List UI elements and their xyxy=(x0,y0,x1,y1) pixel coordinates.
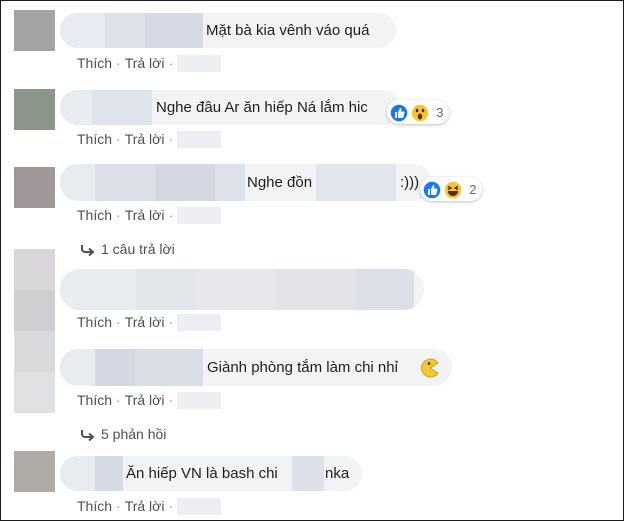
like-link[interactable]: Thích xyxy=(77,314,112,330)
replies-count-label: 5 phản hồi xyxy=(101,426,167,442)
like-link[interactable]: Thích xyxy=(77,392,112,408)
separator-dot: · xyxy=(168,131,174,147)
avatar[interactable] xyxy=(14,331,55,413)
separator-dot: · xyxy=(168,55,174,71)
separator-dot: · xyxy=(168,498,174,514)
comments-panel: Mặt bà kia vênh váo quá Thích · Trả lời · N… xyxy=(0,0,624,521)
comment-actions: Thích · Trả lời · xyxy=(77,497,222,515)
separator-dot: · xyxy=(116,55,121,71)
comment-text: Mặt bà kia vênh váo quá xyxy=(206,22,370,39)
view-replies-link[interactable]: 5 phản hồi xyxy=(81,424,166,444)
like-link[interactable]: Thích xyxy=(77,207,112,223)
comment-bubble: Giành phòng tắm làm chi nhỉ xyxy=(60,349,452,386)
reply-link[interactable]: Trả lời xyxy=(125,392,165,408)
comment-text: Giành phòng tắm làm chi nhỉ xyxy=(207,359,398,376)
avatar[interactable] xyxy=(14,451,55,492)
reply-link[interactable]: Trả lời xyxy=(125,314,165,330)
reply-link[interactable]: Trả lời xyxy=(125,207,165,223)
wow-icon xyxy=(409,102,430,123)
reaction-count: 2 xyxy=(469,181,477,197)
timestamp[interactable] xyxy=(177,130,222,148)
timestamp[interactable] xyxy=(177,54,222,72)
separator-dot: · xyxy=(116,131,121,147)
haha-icon xyxy=(442,179,463,200)
comment-actions: Thích · Trả lời · xyxy=(77,54,222,72)
separator-dot: · xyxy=(168,314,174,330)
reply-link[interactable]: Trả lời xyxy=(125,498,165,514)
reply-arrow-icon xyxy=(81,430,95,442)
avatar[interactable] xyxy=(14,10,55,51)
timestamp[interactable] xyxy=(177,497,222,515)
reaction-summary[interactable]: 3 xyxy=(387,100,450,124)
reaction-count: 3 xyxy=(436,104,444,120)
comment-text: Ăn hiếp VN là bash chi xyxy=(126,465,278,482)
comment-bubble xyxy=(60,269,424,310)
comment-actions: Thích · Trả lời · xyxy=(77,206,222,224)
avatar[interactable] xyxy=(14,89,55,130)
separator-dot: · xyxy=(116,314,121,330)
comment-text: Nghe đâu Ar ăn hiếp Ná lắm hic xyxy=(156,99,368,116)
comment-bubble: Nghe đồn :))) xyxy=(60,164,432,201)
reply-arrow-icon xyxy=(81,245,95,257)
comment-bubble: Ăn hiếp VN là bash chi nka xyxy=(60,456,362,491)
separator-dot: · xyxy=(116,392,121,408)
separator-dot: · xyxy=(168,207,174,223)
pacman-emoji xyxy=(421,358,439,378)
comment-text-suffix: nka xyxy=(325,465,350,482)
comment-bubble: Mặt bà kia vênh váo quá xyxy=(60,13,396,48)
avatar[interactable] xyxy=(14,249,55,331)
timestamp[interactable] xyxy=(177,206,222,224)
view-replies-link[interactable]: 1 câu trả lời xyxy=(81,239,175,259)
like-link[interactable]: Thích xyxy=(77,131,112,147)
like-link[interactable]: Thích xyxy=(77,498,112,514)
separator-dot: · xyxy=(168,392,174,408)
like-icon xyxy=(389,102,409,123)
timestamp[interactable] xyxy=(177,391,222,409)
replies-count-label: 1 câu trả lời xyxy=(101,241,175,257)
comment-text-suffix: :))) xyxy=(400,174,420,191)
comment-text: Nghe đồn xyxy=(247,174,313,191)
avatar[interactable] xyxy=(14,167,55,208)
comment-actions: Thích · Trả lời · xyxy=(77,130,222,148)
reply-link[interactable]: Trả lời xyxy=(125,131,165,147)
separator-dot: · xyxy=(116,498,121,514)
comment-actions: Thích · Trả lời · xyxy=(77,391,222,409)
reply-link[interactable]: Trả lời xyxy=(125,55,165,71)
reaction-summary[interactable]: 2 xyxy=(420,177,483,201)
timestamp[interactable] xyxy=(177,313,222,331)
comment-actions: Thích · Trả lời · xyxy=(77,313,222,331)
separator-dot: · xyxy=(116,207,121,223)
like-icon xyxy=(422,179,442,200)
comment-bubble: Nghe đâu Ar ăn hiếp Ná lắm hic xyxy=(60,90,400,125)
like-link[interactable]: Thích xyxy=(77,55,112,71)
